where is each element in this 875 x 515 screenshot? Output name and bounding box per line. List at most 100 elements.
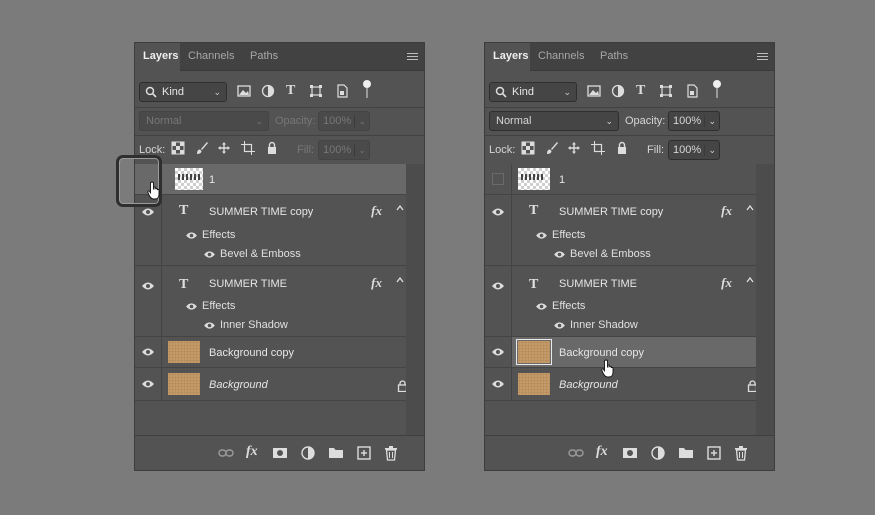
tab-paths[interactable]: Paths: [592, 43, 638, 70]
eye-icon[interactable]: [491, 347, 505, 357]
fx-icon[interactable]: fx: [596, 444, 612, 460]
layer-row[interactable]: 1: [485, 164, 756, 195]
mask-icon[interactable]: [272, 445, 288, 461]
fill-field[interactable]: 100% ⌄: [318, 140, 370, 160]
lock-brush-icon[interactable]: [545, 141, 559, 155]
visibility-toggle[interactable]: [485, 195, 512, 265]
effect-row[interactable]: Bevel & Emboss: [203, 248, 301, 260]
lock-artboard-icon[interactable]: [591, 141, 605, 155]
eye-icon[interactable]: [535, 231, 548, 240]
visibility-toggle[interactable]: [485, 164, 512, 194]
chevron-up-icon[interactable]: [746, 204, 754, 212]
fx-icon[interactable]: fx: [371, 203, 382, 219]
adjustment-icon[interactable]: [300, 445, 316, 461]
new-layer-icon[interactable]: [706, 445, 722, 461]
eye-icon[interactable]: [203, 250, 216, 259]
fx-icon[interactable]: fx: [246, 444, 262, 460]
smart-object-filter-icon[interactable]: [335, 84, 349, 98]
mask-icon[interactable]: [622, 445, 638, 461]
visibility-toggle[interactable]: [135, 337, 162, 367]
panel-menu-icon[interactable]: [757, 53, 768, 61]
visibility-off-box[interactable]: [492, 173, 504, 185]
visibility-toggle[interactable]: [485, 368, 512, 400]
chevron-down-icon[interactable]: ⌄: [354, 145, 366, 156]
layer-row[interactable]: Background: [485, 368, 758, 401]
lock-all-icon[interactable]: [615, 141, 629, 155]
effects-row[interactable]: Effects: [535, 229, 585, 241]
effects-row[interactable]: Effects: [535, 300, 585, 312]
tab-channels[interactable]: Channels: [530, 43, 592, 70]
visibility-toggle[interactable]: [485, 337, 512, 367]
effect-row[interactable]: Bevel & Emboss: [553, 248, 651, 260]
effects-row[interactable]: Effects: [185, 229, 235, 241]
link-icon[interactable]: [568, 445, 584, 461]
link-icon[interactable]: [218, 445, 234, 461]
chevron-down-icon[interactable]: ⌄: [354, 116, 366, 127]
visibility-toggle[interactable]: [135, 368, 162, 400]
lock-move-icon[interactable]: [567, 141, 581, 155]
chevron-down-icon[interactable]: ⌄: [704, 145, 716, 156]
adjustment-filter-icon[interactable]: [261, 84, 275, 98]
shape-filter-icon[interactable]: [309, 84, 323, 98]
image-filter-icon[interactable]: [237, 84, 251, 98]
visibility-toggle[interactable]: [135, 266, 162, 336]
eye-icon[interactable]: [553, 321, 566, 330]
folder-icon[interactable]: [328, 445, 344, 461]
lock-transparent-icon[interactable]: [171, 141, 185, 155]
image-filter-icon[interactable]: [587, 84, 601, 98]
chevron-up-icon[interactable]: [396, 276, 404, 284]
lock-artboard-icon[interactable]: [241, 141, 255, 155]
chevron-up-icon[interactable]: [396, 204, 404, 212]
eye-icon[interactable]: [535, 302, 548, 311]
scrollbar[interactable]: [406, 164, 424, 437]
trash-icon[interactable]: [383, 445, 399, 461]
eye-icon[interactable]: [141, 347, 155, 357]
trash-icon[interactable]: [733, 445, 749, 461]
shape-filter-icon[interactable]: [659, 84, 673, 98]
effect-row[interactable]: Inner Shadow: [203, 319, 288, 331]
filter-toggle-icon[interactable]: [713, 80, 721, 88]
eye-icon[interactable]: [185, 231, 198, 240]
blend-mode-select[interactable]: Normal ⌄: [139, 111, 269, 131]
panel-menu-icon[interactable]: [407, 53, 418, 61]
eye-icon[interactable]: [491, 379, 505, 389]
fx-icon[interactable]: fx: [721, 275, 732, 291]
layer-row[interactable]: 1: [135, 164, 406, 195]
new-layer-icon[interactable]: [356, 445, 372, 461]
eye-icon[interactable]: [185, 302, 198, 311]
chevron-down-icon[interactable]: ⌄: [704, 116, 716, 127]
adjustment-icon[interactable]: [650, 445, 666, 461]
layer-row[interactable]: T SUMMER TIME copy fx Effects Bevel & Em…: [485, 195, 756, 266]
opacity-field[interactable]: 100% ⌄: [668, 111, 720, 131]
type-filter-icon[interactable]: T: [286, 83, 300, 98]
visibility-toggle[interactable]: [485, 266, 512, 336]
layer-row[interactable]: Background: [135, 368, 408, 401]
tab-channels[interactable]: Channels: [180, 43, 242, 70]
adjustment-filter-icon[interactable]: [611, 84, 625, 98]
tab-layers[interactable]: Layers: [485, 43, 530, 71]
lock-move-icon[interactable]: [217, 141, 231, 155]
kind-filter-select[interactable]: Kind ⌄: [139, 82, 227, 102]
eye-icon[interactable]: [141, 379, 155, 389]
chevron-up-icon[interactable]: [746, 276, 754, 284]
layer-row[interactable]: T SUMMER TIME fx Effects Inner Shadow: [485, 266, 756, 337]
effects-row[interactable]: Effects: [185, 300, 235, 312]
blend-mode-select[interactable]: Normal ⌄: [489, 111, 619, 131]
tab-paths[interactable]: Paths: [242, 43, 288, 70]
effect-row[interactable]: Inner Shadow: [553, 319, 638, 331]
layer-row[interactable]: T SUMMER TIME fx Effects Inner Shadow: [135, 266, 406, 337]
eye-icon[interactable]: [553, 250, 566, 259]
fx-icon[interactable]: fx: [371, 275, 382, 291]
lock-brush-icon[interactable]: [195, 141, 209, 155]
lock-all-icon[interactable]: [265, 141, 279, 155]
kind-filter-select[interactable]: Kind ⌄: [489, 82, 577, 102]
layer-row[interactable]: T SUMMER TIME copy fx Effects Bevel & Em…: [135, 195, 406, 266]
layer-row[interactable]: Background copy: [135, 337, 406, 368]
lock-transparent-icon[interactable]: [521, 141, 535, 155]
eye-icon[interactable]: [203, 321, 216, 330]
smart-object-filter-icon[interactable]: [685, 84, 699, 98]
eye-icon[interactable]: [141, 281, 155, 291]
layer-row[interactable]: Background copy: [485, 337, 756, 368]
type-filter-icon[interactable]: T: [636, 83, 650, 98]
fill-field[interactable]: 100% ⌄: [668, 140, 720, 160]
